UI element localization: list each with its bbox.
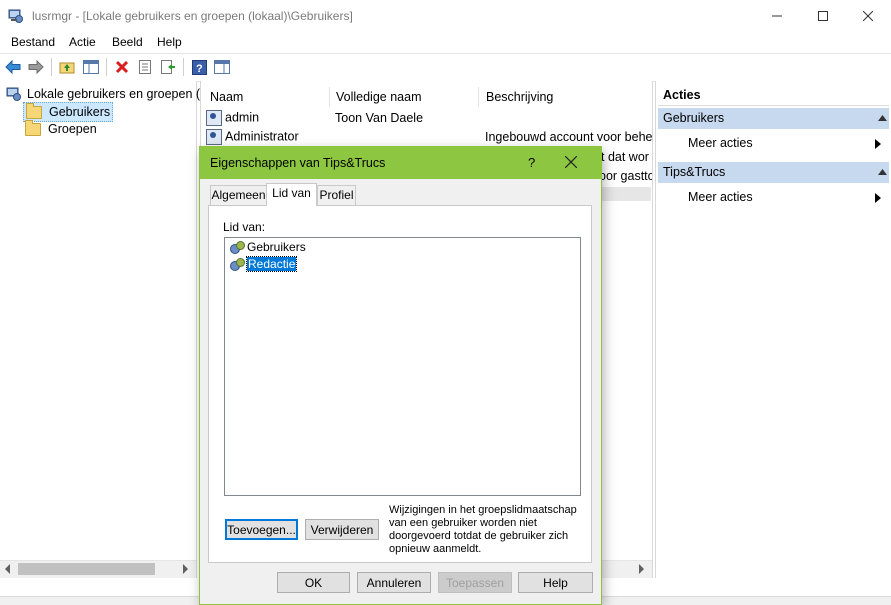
add-button[interactable]: Toevoegen... <box>225 519 298 540</box>
section-title: Gebruikers <box>663 111 725 125</box>
toolbar: ? <box>0 53 891 82</box>
export-list-icon[interactable] <box>159 58 177 76</box>
help-icon[interactable]: ? <box>190 58 208 76</box>
tab-lid-van[interactable]: Lid van <box>266 183 317 206</box>
apply-button[interactable]: Toepassen <box>438 572 512 593</box>
user-description: t dat wor <box>601 150 649 164</box>
close-icon <box>564 155 578 169</box>
user-description: oor gastto <box>599 169 653 183</box>
user-fullname: Toon Van Daele <box>335 111 424 125</box>
remove-button[interactable]: Verwijderen <box>305 519 379 540</box>
help-button[interactable]: Help <box>518 572 593 593</box>
member-item-redactie[interactable]: Redactie <box>230 256 298 272</box>
user-name: Administrator <box>225 129 299 144</box>
tree-item-label: Gebruikers <box>49 105 111 119</box>
tab-profiel[interactable]: Profiel <box>317 185 356 205</box>
list-row-administrator[interactable]: Administrator <box>206 129 299 145</box>
properties-icon[interactable] <box>136 58 154 76</box>
tab-panel: Lid van: Gebruikers Redactie Toevoegen..… <box>208 205 592 563</box>
dialog-title: Eigenschappen van Tips&Trucs <box>210 156 386 170</box>
cancel-button[interactable]: Annuleren <box>357 572 431 593</box>
user-description: Ingebouwd account voor behe <box>485 130 653 144</box>
member-name: Gebruikers <box>247 240 306 254</box>
toolbar-separator <box>183 58 184 76</box>
dialog-titlebar: Eigenschappen van Tips&Trucs ? <box>200 147 601 179</box>
window-title: lusrmgr - [Lokale gebruikers en groepen … <box>32 9 353 23</box>
list-row-admin[interactable]: admin <box>206 110 259 126</box>
column-header-beschrijving[interactable]: Beschrijving <box>478 87 652 107</box>
submenu-arrow-icon <box>875 193 881 203</box>
group-icon <box>230 258 245 272</box>
actions-pane: Acties Gebruikers Meer acties Tips&Trucs… <box>655 81 891 578</box>
folder-icon <box>25 119 41 136</box>
ok-button[interactable]: OK <box>277 572 350 593</box>
svg-text:?: ? <box>196 63 203 75</box>
window-titlebar: lusrmgr - [Lokale gebruikers en groepen … <box>0 0 891 32</box>
scroll-thumb[interactable] <box>18 563 155 575</box>
member-name: Redactie <box>245 256 298 272</box>
actions-header: Acties <box>658 85 889 106</box>
action-meer-acties-tips-trucs[interactable]: Meer acties <box>688 190 753 204</box>
menu-actie[interactable]: Actie <box>69 35 96 49</box>
delete-icon[interactable] <box>113 58 131 76</box>
tab-algemeen[interactable]: Algemeen <box>210 185 267 205</box>
minimize-button[interactable] <box>754 0 800 32</box>
show-hide-tree-icon[interactable] <box>82 58 100 76</box>
toolbar-separator <box>106 58 107 76</box>
collapse-up-icon[interactable] <box>878 169 887 175</box>
section-title: Tips&Trucs <box>663 165 726 179</box>
up-folder-icon[interactable] <box>58 58 76 76</box>
menu-bestand[interactable]: Bestand <box>11 35 55 49</box>
scroll-left-icon[interactable] <box>5 564 10 574</box>
scroll-right-icon[interactable] <box>183 564 188 574</box>
column-header-volledige-naam[interactable]: Volledige naam <box>328 87 479 107</box>
actions-section-gebruikers[interactable]: Gebruikers <box>658 108 889 129</box>
menu-bar: Bestand Actie Beeld Help <box>0 32 891 53</box>
user-icon <box>206 110 222 126</box>
computer-users-icon <box>6 86 22 102</box>
group-icon <box>230 241 245 255</box>
menu-help[interactable]: Help <box>157 35 182 49</box>
list-row-selected[interactable] <box>601 187 651 201</box>
member-label: Lid van: <box>223 220 266 234</box>
action-pane-icon[interactable] <box>213 58 231 76</box>
collapse-up-icon[interactable] <box>878 115 887 121</box>
dialog-close-button[interactable] <box>564 155 578 171</box>
tree-scrollbar[interactable] <box>0 560 196 578</box>
member-listbox[interactable]: Gebruikers Redactie <box>224 237 581 496</box>
computer-management-icon <box>8 8 24 24</box>
toolbar-separator <box>51 58 52 76</box>
membership-note: Wijzigingen in het groepslidmaatschap va… <box>389 504 577 555</box>
user-icon <box>206 129 222 145</box>
action-meer-acties-gebruikers[interactable]: Meer acties <box>688 136 753 150</box>
tree-item-label: Groepen <box>48 122 97 136</box>
menu-beeld[interactable]: Beeld <box>112 35 143 49</box>
scroll-right-icon[interactable] <box>639 564 644 574</box>
back-arrow-icon[interactable] <box>4 58 22 76</box>
user-name: admin <box>225 110 260 125</box>
dialog-help-button[interactable]: ? <box>528 155 535 170</box>
properties-dialog: Eigenschappen van Tips&Trucs ? Algemeen … <box>200 147 601 604</box>
close-button[interactable] <box>845 0 891 32</box>
submenu-arrow-icon <box>875 139 881 149</box>
tree-item-gebruikers[interactable]: Gebruikers <box>23 102 114 122</box>
column-header-naam[interactable]: Naam <box>202 87 330 107</box>
forward-arrow-icon[interactable] <box>27 58 45 76</box>
tree-item-groepen[interactable]: Groepen <box>25 119 97 138</box>
maximize-button[interactable] <box>800 0 846 32</box>
actions-section-tips-trucs[interactable]: Tips&Trucs <box>658 162 889 183</box>
tree-pane: Lokale gebruikers en groepen (lokaal) Ge… <box>0 81 237 578</box>
member-item-gebruikers[interactable]: Gebruikers <box>230 240 306 255</box>
folder-icon <box>26 102 42 119</box>
